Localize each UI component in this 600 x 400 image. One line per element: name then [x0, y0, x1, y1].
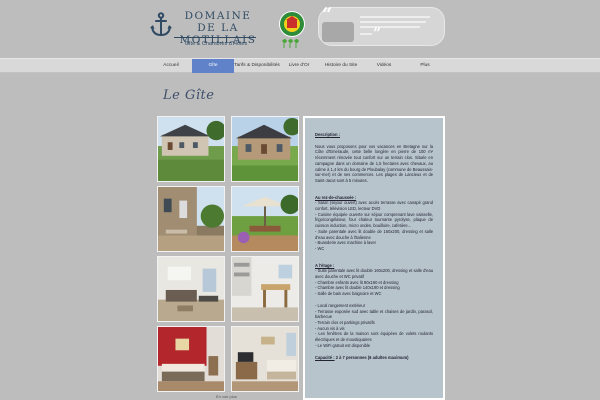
testimonial-text-line	[360, 33, 372, 35]
nav-item-accueil[interactable]: Accueil	[150, 59, 192, 73]
photo-kitchen[interactable]	[231, 256, 299, 322]
brand-divider	[174, 37, 256, 38]
nav-item-videos[interactable]: Vidéos	[364, 59, 404, 73]
nav-item-histoire[interactable]: Histoire du Site	[318, 59, 364, 73]
photo-exterior-terrace[interactable]	[157, 186, 225, 252]
nav-item-gite[interactable]: Gîte	[192, 59, 234, 73]
testimonial-text-line	[360, 21, 426, 23]
capacity-line: Capacité : 2 à 7 personnes (6 adultes ma…	[315, 355, 433, 361]
description-intro: Nous vous proposons pour vos vacances en…	[315, 143, 433, 183]
photo-exterior-front[interactable]	[157, 116, 225, 182]
testimonial-text-line	[360, 16, 430, 18]
brand-subtitle: Gîte & Chambres d'Hôtes	[184, 41, 248, 47]
quote-close-icon: ”	[373, 26, 382, 42]
description-panel: Description : Nous vous proposons pour v…	[303, 116, 445, 400]
quote-open-icon: “	[322, 4, 333, 25]
photo-living-room[interactable]	[157, 256, 225, 322]
gites-de-france-badge[interactable]	[276, 10, 308, 50]
nav-item-plus[interactable]: Plus	[404, 59, 446, 73]
page-title: Le Gîte	[163, 88, 215, 103]
upstairs-item: - Suite parentale avec lit double 160x20…	[315, 268, 433, 280]
brand-title-line1: DOMAINE DE LA	[184, 10, 252, 34]
nav-item-livre-dor[interactable]: Livre d'Or	[280, 59, 318, 73]
testimonial-image	[322, 22, 354, 42]
ground-floor-item: - Salon (séjour ouvert) avec accès terra…	[315, 200, 433, 212]
testimonial-text-line	[360, 26, 420, 28]
extras-item: - Terrasse exposée sud avec table et cha…	[315, 308, 433, 320]
see-more-link[interactable]: En voir plus	[216, 394, 237, 399]
capacity-label: Capacité :	[315, 354, 335, 360]
photo-bedroom-red[interactable]	[157, 326, 225, 392]
photo-garden-parasol[interactable]	[231, 186, 299, 252]
ground-floor-item: - Suite parentale avec lit double de 160…	[315, 228, 433, 240]
ground-floor-item: - Cuisine équipée ouverte sur séjour com…	[315, 211, 433, 229]
capacity-value: 2 à 7 personnes (6 adultes maximum)	[334, 354, 409, 360]
photo-bedroom-tv[interactable]	[231, 326, 299, 392]
nav-item-tarifs[interactable]: Tarifs & Disponibilités	[234, 59, 280, 73]
anchor-icon	[150, 12, 172, 37]
photo-exterior-garden[interactable]	[231, 116, 299, 182]
main-navigation: Accueil Gîte Tarifs & Disponibilités Liv…	[0, 58, 600, 73]
extras-item: - Les fenêtres de la maison sont équipée…	[315, 331, 433, 343]
